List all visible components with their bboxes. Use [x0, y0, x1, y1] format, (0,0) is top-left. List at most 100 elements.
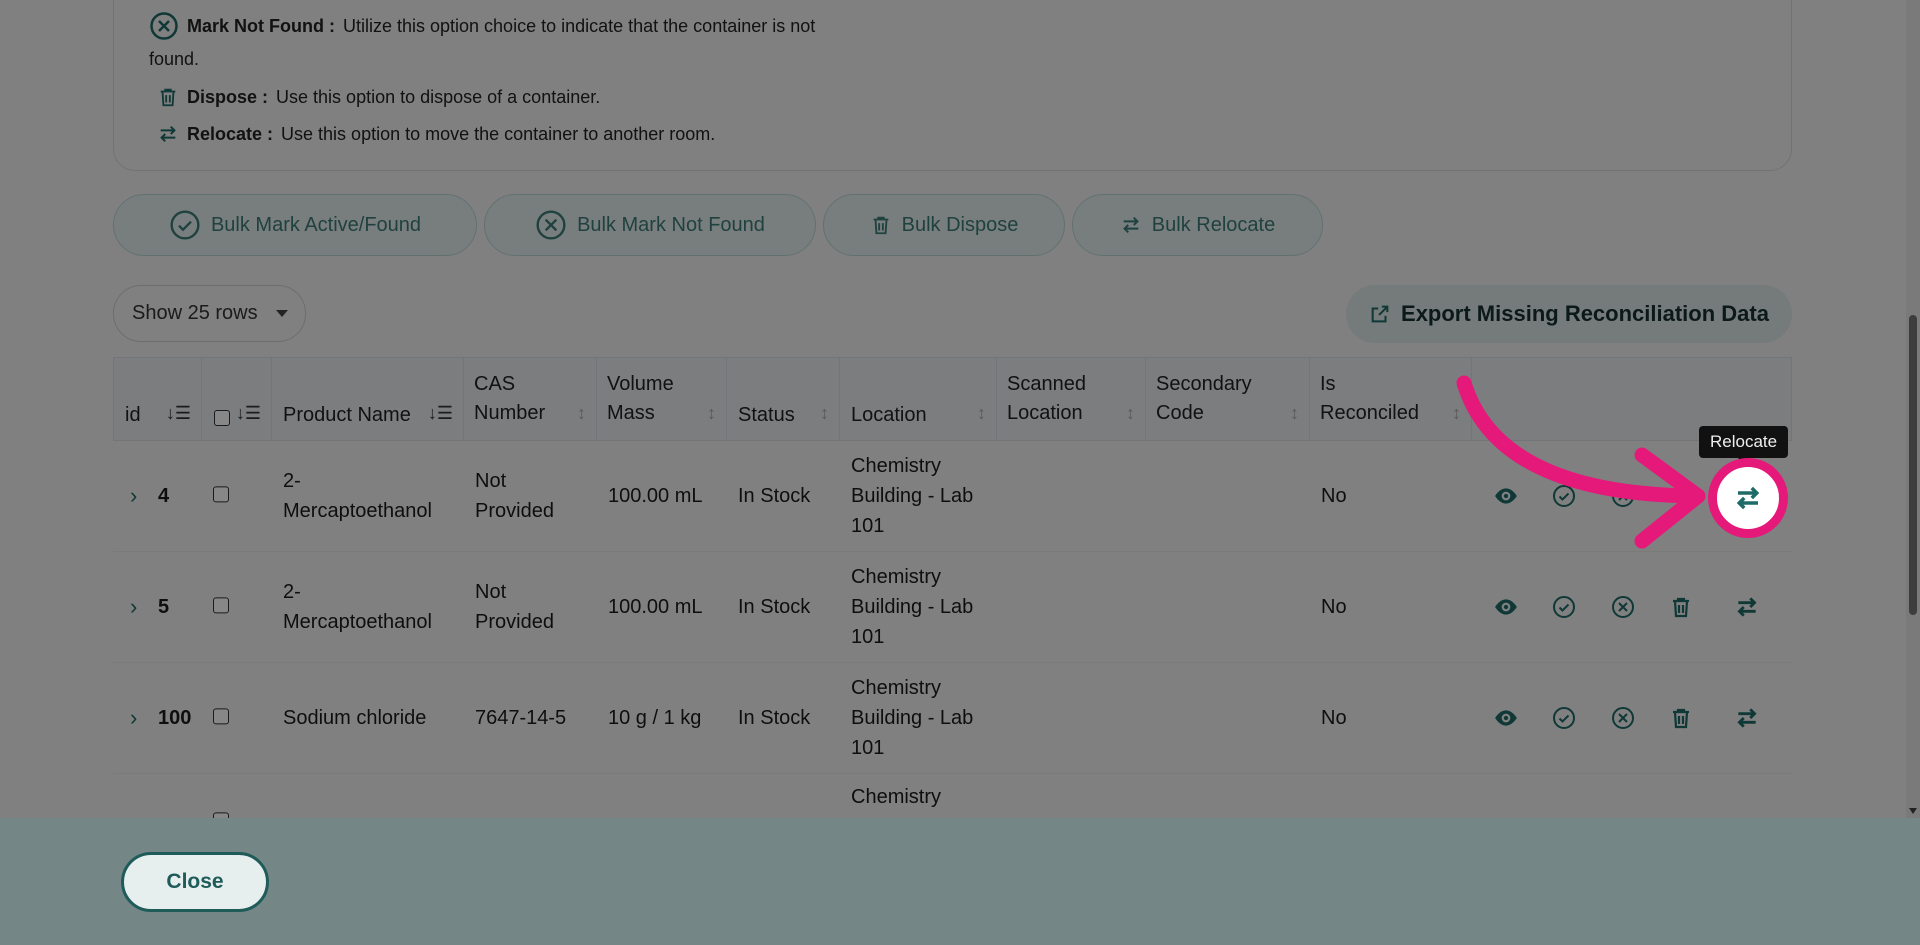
- sort-icon: ↕: [977, 403, 986, 423]
- row-product-name: 2- Mercaptoethanol: [283, 577, 432, 637]
- bulk-dispose-label: Bulk Dispose: [901, 213, 1019, 236]
- row-product-line-2: Mercaptoethanol: [283, 611, 432, 633]
- row-location-line-3: 101: [851, 515, 885, 537]
- col-product-name[interactable]: Product Name ↓☰: [272, 358, 464, 442]
- col-volume-label-1: Volume: [607, 373, 674, 395]
- circle-x-icon: [536, 210, 566, 240]
- sort-icon: ↕: [1290, 403, 1299, 423]
- scroll-down-arrow-icon[interactable]: [1909, 808, 1917, 814]
- relocate-tooltip: Relocate: [1699, 426, 1789, 464]
- legend-not-found-cont: found.: [149, 49, 199, 70]
- trash-icon: [160, 88, 176, 107]
- row-product-line-2: Mercaptoethanol: [283, 500, 432, 522]
- row-id: 100: [158, 707, 192, 729]
- mark-not-found-icon[interactable]: [1610, 594, 1636, 620]
- action-legend: Mark Not Found : Utilize this option cho…: [113, 0, 1792, 171]
- sort-icon: ↕: [577, 403, 586, 423]
- legend-dispose: Dispose : Use this option to dispose of …: [157, 86, 600, 108]
- col-status[interactable]: Status ↕: [727, 358, 840, 442]
- relocate-swap-icon[interactable]: [1734, 705, 1760, 731]
- col-secondary-label-2: Code: [1156, 402, 1204, 424]
- expand-chevron-icon[interactable]: ›: [130, 705, 137, 731]
- legend-relocate: Relocate : Use this option to move the c…: [157, 123, 715, 145]
- legend-relocate-desc: Use this option to move the container to…: [281, 123, 716, 144]
- sort-desc-icon: ↓☰: [235, 403, 261, 423]
- row-product-name: 2- Mercaptoethanol: [283, 466, 432, 526]
- row-cas-line-1: Not: [475, 470, 507, 492]
- col-volume-mass[interactable]: Volume Mass ↕: [597, 358, 727, 442]
- col-location-label: Location: [851, 404, 927, 426]
- rows-per-page-select[interactable]: Show 25 rows: [113, 285, 306, 342]
- expand-chevron-icon[interactable]: ›: [130, 594, 137, 620]
- select-all-checkbox[interactable]: [214, 410, 230, 426]
- col-secondary-code[interactable]: Secondary Code ↕: [1146, 358, 1310, 442]
- mark-found-icon[interactable]: [1551, 705, 1577, 731]
- modal-footer: [0, 818, 1920, 945]
- scrollbar[interactable]: [1906, 0, 1920, 818]
- mark-not-found-icon[interactable]: [1610, 705, 1636, 731]
- col-id-label: id: [125, 404, 141, 426]
- legend-dispose-label: Dispose :: [187, 86, 269, 107]
- row-location-line-1: Chemistry: [851, 566, 942, 588]
- row-checkbox[interactable]: [213, 486, 229, 503]
- circle-check-icon: [170, 210, 200, 240]
- col-id[interactable]: id ↓☰: [114, 358, 202, 442]
- annotation-arrow: [1456, 375, 1706, 549]
- row-checkbox[interactable]: [213, 708, 229, 725]
- rows-per-page-value: Show 25 rows: [132, 302, 258, 324]
- close-button[interactable]: Close: [121, 852, 269, 912]
- row-reconciled: No: [1321, 707, 1347, 729]
- sort-icon: ↕: [1126, 403, 1135, 423]
- row-product-line-1: 2-: [283, 581, 301, 603]
- bulk-mark-not-found-button[interactable]: Bulk Mark Not Found: [484, 194, 816, 256]
- col-cas-number[interactable]: CAS Number ↕: [464, 358, 597, 442]
- col-cas-label-2: Number: [474, 402, 546, 424]
- bulk-dispose-button[interactable]: Bulk Dispose: [823, 194, 1065, 256]
- col-scanned-label-1: Scanned: [1007, 373, 1086, 395]
- sort-icon: ↕: [820, 403, 829, 423]
- row-location: Chemistry Building - Lab 101: [851, 673, 973, 763]
- col-product-name-label: Product Name: [283, 404, 411, 426]
- legend-not-found: Mark Not Found : Utilize this option cho…: [149, 11, 815, 41]
- row-location-line-1: Chemistry: [851, 455, 942, 477]
- legend-dispose-desc: Use this option to dispose of a containe…: [276, 86, 601, 107]
- expand-chevron-icon[interactable]: ›: [130, 483, 137, 509]
- caret-down-icon: [275, 310, 288, 317]
- row-location: Chemistry Building - Lab 101: [851, 451, 973, 541]
- table-row: › 100 Sodium chloride 7647-14-5 10 g / 1…: [113, 663, 1792, 774]
- relocate-button-highlighted[interactable]: [1708, 458, 1788, 538]
- row-status: In Stock: [738, 596, 811, 618]
- row-volume: 100.00 mL: [608, 596, 703, 618]
- bulk-mark-found-button[interactable]: Bulk Mark Active/Found: [113, 194, 477, 256]
- view-eye-icon[interactable]: [1493, 705, 1519, 731]
- table-row: › 5 2- Mercaptoethanol Not Provided 100.…: [113, 552, 1792, 663]
- view-eye-icon[interactable]: [1493, 594, 1519, 620]
- row-location-line-1: Chemistry: [851, 786, 942, 808]
- sort-icon: ↕: [707, 403, 716, 423]
- bulk-relocate-button[interactable]: Bulk Relocate: [1072, 194, 1323, 256]
- col-select: ↓☰: [202, 358, 272, 442]
- sort-desc-icon: ↓☰: [165, 403, 191, 423]
- dispose-trash-icon[interactable]: [1668, 705, 1694, 731]
- legend-not-found-label: Mark Not Found :: [187, 15, 335, 36]
- relocate-swap-icon[interactable]: [1734, 594, 1760, 620]
- swap-arrows-icon: [1122, 216, 1139, 234]
- row-checkbox[interactable]: [213, 597, 229, 614]
- mark-found-icon[interactable]: [1551, 594, 1577, 620]
- circle-x-icon: [150, 12, 178, 40]
- scrollbar-thumb[interactable]: [1909, 315, 1917, 615]
- row-reconciled: No: [1321, 596, 1347, 618]
- row-location-line-3: 101: [851, 626, 885, 648]
- dispose-trash-icon[interactable]: [1668, 594, 1694, 620]
- col-location[interactable]: Location ↕: [840, 358, 997, 442]
- row-cas-line-1: Not: [475, 581, 507, 603]
- col-scanned-location[interactable]: Scanned Location ↕: [997, 358, 1146, 442]
- col-status-label: Status: [738, 404, 795, 426]
- export-missing-data-button[interactable]: Export Missing Reconciliation Data: [1346, 285, 1792, 343]
- trash-icon: [873, 216, 888, 235]
- row-cas-line-2: Provided: [475, 611, 554, 633]
- row-location-line-3: 101: [851, 737, 885, 759]
- swap-arrows-icon: [160, 125, 176, 143]
- row-product-line-1: 2-: [283, 470, 301, 492]
- col-volume-label-2: Mass: [607, 402, 655, 424]
